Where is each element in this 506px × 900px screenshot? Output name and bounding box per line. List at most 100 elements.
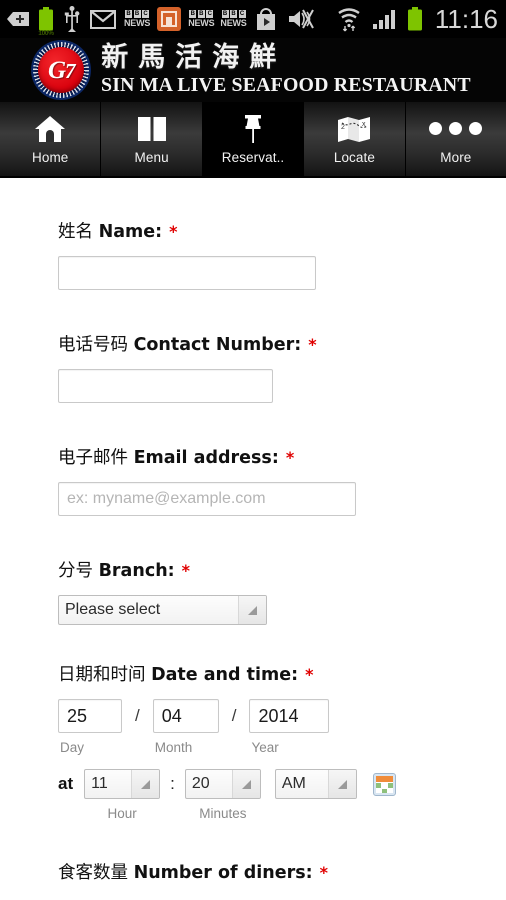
label-datetime-cn: 日期和时间 xyxy=(58,665,152,685)
bbc-letter: C xyxy=(238,10,246,18)
meridiem-value: AM xyxy=(281,775,306,792)
bbc-news-icon-2: BBC NEWS xyxy=(185,0,217,38)
hour-cell: 11 Hour xyxy=(84,769,161,821)
g7-letter: G xyxy=(47,56,66,84)
triangle-glyph xyxy=(141,779,151,789)
nav-item-locate[interactable]: 2 x Locate xyxy=(304,102,406,176)
cal-cell xyxy=(375,788,381,793)
field-date-time: 日期和时间 Date and time: * Day / Month / Year… xyxy=(0,661,506,821)
nav-item-more[interactable]: More xyxy=(405,102,506,176)
reservation-form: 姓名 Name: * 电话号码 Contact Number: * 电子邮件 Ema… xyxy=(0,178,506,884)
branch-select[interactable]: Please select xyxy=(58,595,267,625)
cellular-signal-icon xyxy=(367,0,403,38)
hour-value: 11 xyxy=(91,775,108,792)
bbc-letter: C xyxy=(142,10,150,18)
label-branch-en: Branch: xyxy=(98,561,175,581)
day-input[interactable] xyxy=(58,699,122,733)
dots-group xyxy=(429,122,483,135)
month-cell: Month xyxy=(152,699,219,755)
banner-chinese-title: 新馬活海鮮 xyxy=(101,42,287,74)
hour-select[interactable]: 11 xyxy=(84,769,161,799)
book-icon xyxy=(137,114,167,144)
home-icon xyxy=(34,114,66,144)
svg-text:x: x xyxy=(362,121,366,128)
field-branch: 分号 Branch: * Please select xyxy=(0,557,506,625)
cal-cell xyxy=(387,788,393,793)
name-input[interactable] xyxy=(58,256,316,290)
label-name-cn: 姓名 xyxy=(58,222,99,242)
battery-full-icon: 100% xyxy=(33,0,59,38)
nav-label-reservation: Reservat.. xyxy=(221,149,285,165)
bbc-letter: B xyxy=(221,10,229,18)
meridiem-select[interactable]: AM xyxy=(274,769,357,799)
dot xyxy=(429,122,443,135)
year-input[interactable] xyxy=(249,699,330,733)
nav-label-more: More xyxy=(440,149,472,165)
bbc-news-icon-1: BBC NEWS xyxy=(121,0,153,38)
at-label: at xyxy=(58,774,74,793)
nav-item-menu[interactable]: Menu xyxy=(101,102,203,176)
bbc-news-label: NEWS xyxy=(124,18,151,28)
cal-cell xyxy=(381,788,387,793)
year-caption: Year xyxy=(251,740,279,755)
battery-icon xyxy=(403,0,427,38)
g7-logo-circle: G7 xyxy=(38,47,85,93)
minutes-value: 20 xyxy=(191,775,210,792)
nav-label-menu: Menu xyxy=(134,149,169,165)
gmail-icon xyxy=(85,0,121,38)
label-contact-cn: 电话号码 xyxy=(58,335,134,355)
nav-item-home[interactable]: Home xyxy=(0,102,102,176)
sound-mute-icon xyxy=(282,0,320,38)
branch-selected-value: Please select xyxy=(65,601,161,618)
chevron-down-icon xyxy=(131,770,160,798)
required-asterisk: * xyxy=(305,665,314,684)
nav-label-home: Home xyxy=(31,149,69,165)
day-caption: Day xyxy=(60,740,85,755)
status-bar: 100% BBC NEWS BBC NEWS BBC NEWS 11:16 xyxy=(0,0,506,38)
bbc-letter: B xyxy=(230,10,237,18)
label-email: 电子邮件 Email address: * xyxy=(58,444,506,469)
month-input[interactable] xyxy=(152,699,219,733)
dot xyxy=(449,122,463,135)
year-cell: Year xyxy=(249,699,330,755)
restaurant-banner: G7 新馬活海鮮 SIN MA LIVE SEAFOOD RESTAURANT xyxy=(0,38,506,102)
bbc-letter: C xyxy=(206,10,214,18)
hour-caption: Hour xyxy=(107,806,137,821)
triangle-glyph xyxy=(241,779,251,789)
minutes-select[interactable]: 20 xyxy=(184,769,261,799)
usb-icon xyxy=(59,0,85,38)
pin-icon xyxy=(240,114,266,144)
nav-item-reservation[interactable]: Reservat.. xyxy=(202,102,305,176)
field-name: 姓名 Name: * xyxy=(0,218,506,290)
cal-cell xyxy=(387,783,393,788)
email-input[interactable] xyxy=(58,482,356,516)
bbc-news-label: NEWS xyxy=(220,18,247,28)
label-name-en: Name: xyxy=(98,222,163,242)
contact-number-input[interactable] xyxy=(58,369,273,403)
app-orange-icon xyxy=(153,0,185,38)
label-datetime-en: Date and time: xyxy=(151,665,299,685)
date-separator-1: / xyxy=(135,706,140,725)
meridiem-cell: AM xyxy=(274,769,357,799)
minutes-cell: 20 Minutes xyxy=(184,769,261,821)
banner-content: G7 新馬活海鮮 SIN MA LIVE SEAFOOD RESTAURANT xyxy=(31,40,474,100)
play-store-icon xyxy=(250,0,282,38)
date-row: Day / Month / Year xyxy=(58,699,506,755)
time-row: at 11 Hour : 20 Minutes AM xyxy=(58,769,506,821)
bbc-letter: B xyxy=(125,10,133,18)
dot xyxy=(469,122,483,135)
nav-label-locate: Locate xyxy=(333,149,375,165)
bbc-news-icon-3: BBC NEWS xyxy=(217,0,249,38)
required-asterisk: * xyxy=(169,222,178,241)
label-number-of-diners: 食客数量 Number of diners: * xyxy=(58,859,506,884)
triangle-glyph xyxy=(337,779,347,789)
calendar-picker-icon[interactable] xyxy=(372,773,396,796)
svg-text:2: 2 xyxy=(341,124,345,131)
wifi-icon xyxy=(331,0,367,38)
bbc-letter: B xyxy=(189,10,197,18)
required-asterisk: * xyxy=(308,335,317,354)
status-clock: 11:16 xyxy=(434,3,498,34)
